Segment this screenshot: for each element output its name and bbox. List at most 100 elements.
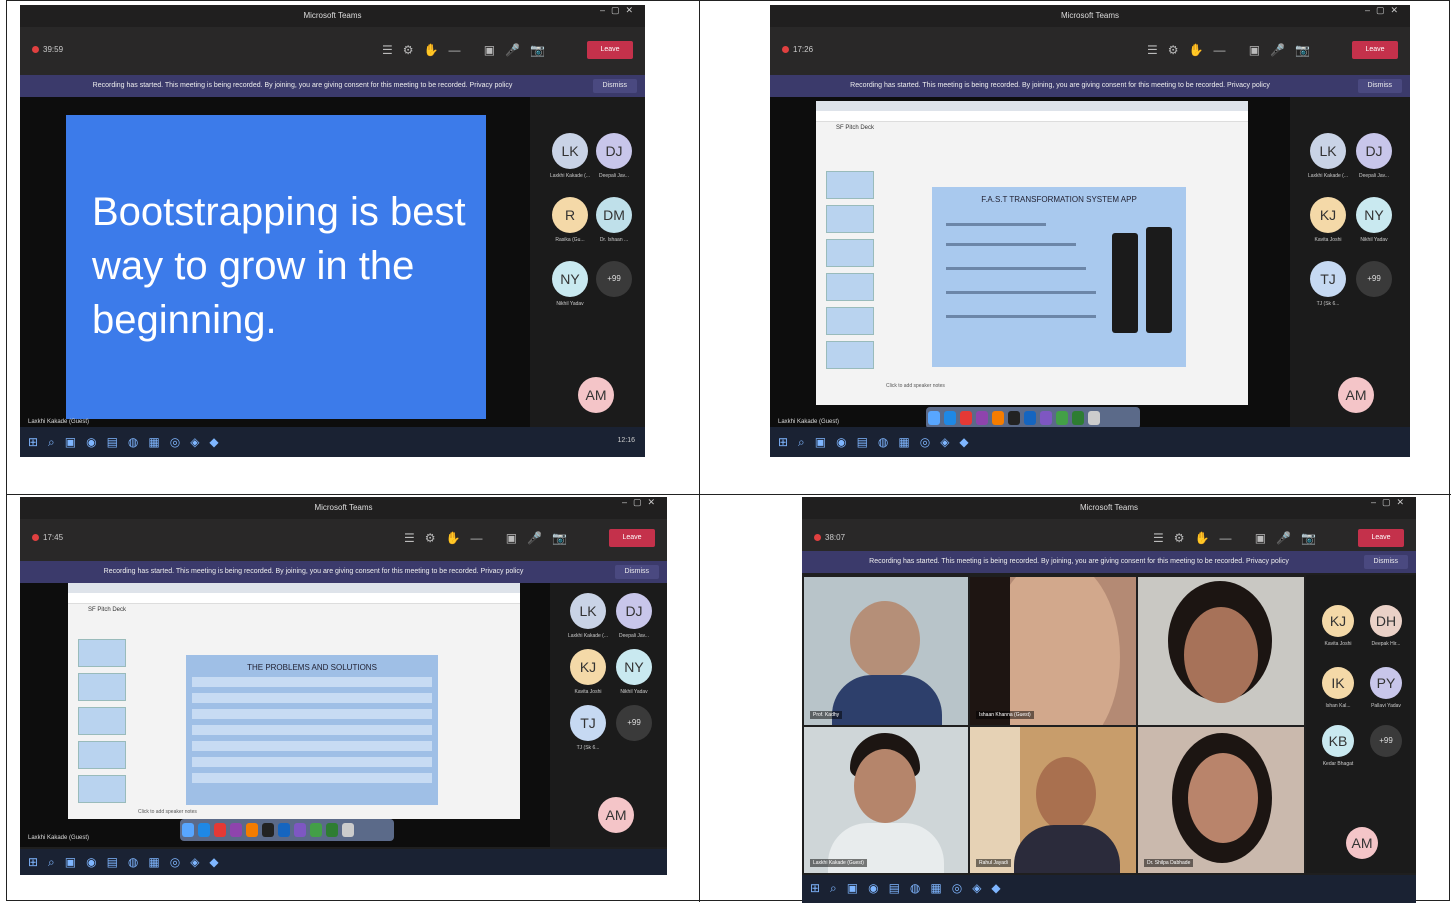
window-controls[interactable]: –▢✕	[1371, 497, 1410, 508]
avatar[interactable]: LK	[570, 593, 606, 629]
avatar[interactable]: IK	[1322, 667, 1354, 699]
more-participants[interactable]: +99	[616, 705, 652, 741]
slide-thumbnail[interactable]	[78, 775, 126, 803]
record-dot-icon	[814, 534, 821, 542]
avatar[interactable]: DJ	[596, 133, 632, 169]
leave-button[interactable]: Leave	[609, 529, 655, 547]
window-title: Microsoft Teams	[20, 5, 645, 27]
more-participants[interactable]: +99	[1370, 725, 1402, 757]
doc-title: SF Pitch Deck	[88, 607, 127, 613]
dismiss-button[interactable]: Dismiss	[1357, 79, 1402, 93]
dismiss-button[interactable]: Dismiss	[592, 79, 637, 93]
toolbar-icons[interactable]: ☰⚙✋— ▣🎤📷	[1153, 531, 1326, 545]
slide-text-line	[946, 267, 1086, 270]
teams-screenshot-1: Microsoft Teams –▢✕ 39:59 ☰⚙✋— ▣🎤📷 Leave…	[20, 5, 645, 457]
video-tile[interactable]: Ishaan Khanna (Guest)	[970, 577, 1136, 725]
avatar-label: Nikhil Yadav	[1360, 237, 1388, 243]
taskbar-icons[interactable]: ⊞⌕▣◉▤◍▦◎◈◆	[810, 881, 1011, 896]
avatar[interactable]: TJ	[570, 705, 606, 741]
avatar[interactable]: DM	[596, 197, 632, 233]
slide-thumbnails[interactable]	[826, 171, 874, 375]
self-avatar[interactable]: AM	[1338, 377, 1374, 413]
speaker-notes[interactable]: Click to add speaker notes	[886, 383, 945, 389]
meeting-timer: 39:59	[32, 45, 63, 54]
avatar[interactable]: NY	[1356, 197, 1392, 233]
app-dock[interactable]	[180, 819, 394, 841]
address-bar[interactable]	[816, 111, 1248, 122]
slide-thumbnail[interactable]	[826, 239, 874, 267]
avatar[interactable]: KB	[1322, 725, 1354, 757]
slide-thumbnail[interactable]	[78, 639, 126, 667]
app-dock[interactable]	[926, 407, 1140, 429]
taskbar-icons[interactable]: ⊞⌕▣◉▤◍▦◎◈◆	[778, 435, 979, 450]
slide-thumbnail[interactable]	[826, 307, 874, 335]
browser-tabs[interactable]	[816, 101, 1248, 111]
self-avatar[interactable]: AM	[598, 797, 634, 833]
meeting-toolbar: 39:59 ☰⚙✋— ▣🎤📷 Leave	[20, 27, 645, 75]
taskbar-icons[interactable]: ⊞⌕▣◉▤◍▦◎◈◆	[28, 435, 229, 450]
dismiss-button[interactable]: Dismiss	[1363, 555, 1408, 569]
avatar[interactable]: KJ	[570, 649, 606, 685]
avatar[interactable]: DH	[1370, 605, 1402, 637]
recording-banner: Recording has started. This meeting is b…	[20, 561, 667, 583]
speaker-notes[interactable]: Click to add speaker notes	[138, 809, 197, 815]
participant-name: Rahul Jayadi	[976, 859, 1011, 867]
slide-thumbnail[interactable]	[826, 171, 874, 199]
dismiss-button[interactable]: Dismiss	[614, 565, 659, 579]
meeting-timer: 17:26	[782, 45, 813, 54]
presenter-name: Laxkhi Kakade (Guest)	[28, 419, 90, 425]
avatar[interactable]: R	[552, 197, 588, 233]
slide-thumbnails[interactable]	[78, 639, 126, 809]
toolbar-icons[interactable]: ☰⚙✋— ▣🎤📷	[1147, 43, 1320, 57]
video-tile[interactable]	[1138, 577, 1304, 725]
window-title: Microsoft Teams	[770, 5, 1410, 27]
avatar[interactable]: PY	[1370, 667, 1402, 699]
video-tile[interactable]: Rahul Jayadi	[970, 727, 1136, 873]
slide-text: Bootstrapping is best way to grow in the…	[92, 190, 466, 342]
avatar[interactable]: KJ	[1322, 605, 1354, 637]
address-bar[interactable]	[68, 593, 520, 604]
slide-thumbnail[interactable]	[78, 673, 126, 701]
presenter-name: Laxkhi Kakade (Guest)	[28, 835, 90, 841]
slide-text-line	[946, 243, 1076, 246]
leave-button[interactable]: Leave	[587, 41, 633, 59]
leave-button[interactable]: Leave	[1358, 529, 1404, 547]
avatar[interactable]: LK	[552, 133, 588, 169]
avatar[interactable]: DJ	[616, 593, 652, 629]
avatar[interactable]: NY	[552, 261, 588, 297]
recording-banner: Recording has started. This meeting is b…	[770, 75, 1410, 97]
avatar-label: TJ (Sk 6...	[576, 745, 600, 751]
meeting-timer: 38:07	[814, 533, 845, 542]
slide-thumbnail[interactable]	[826, 341, 874, 369]
slide-thumbnail[interactable]	[826, 273, 874, 301]
window-controls[interactable]: –▢✕	[600, 5, 639, 16]
self-avatar[interactable]: AM	[578, 377, 614, 413]
recording-banner: Recording has started. This meeting is b…	[802, 551, 1416, 573]
video-tile[interactable]: Dr. Shilpa Dabhade	[1138, 727, 1304, 873]
participant-name: Ishaan Khanna (Guest)	[976, 711, 1034, 719]
slide-thumbnail[interactable]	[78, 741, 126, 769]
slide-thumbnail[interactable]	[826, 205, 874, 233]
avatar[interactable]: NY	[616, 649, 652, 685]
taskbar-icons[interactable]: ⊞⌕▣◉▤◍▦◎◈◆	[28, 855, 229, 870]
window-controls[interactable]: –▢✕	[622, 497, 661, 508]
window-controls[interactable]: –▢✕	[1365, 5, 1404, 16]
avatar[interactable]: TJ	[1310, 261, 1346, 297]
video-tile[interactable]: Prof. Kadhy	[804, 577, 968, 725]
avatar-label: Deepali Jav...	[619, 633, 649, 639]
leave-button[interactable]: Leave	[1352, 41, 1398, 59]
toolbar-icons[interactable]: ☰⚙✋— ▣🎤📷	[382, 43, 555, 57]
self-avatar[interactable]: AM	[1346, 827, 1378, 859]
slide-thumbnail[interactable]	[78, 707, 126, 735]
person-face	[1036, 757, 1096, 831]
avatar-label: Deepali Jav...	[1359, 173, 1389, 179]
avatar[interactable]: DJ	[1356, 133, 1392, 169]
person-body	[1014, 825, 1120, 873]
more-participants[interactable]: +99	[1356, 261, 1392, 297]
video-tile[interactable]: Laxkhi Kakade (Guest)	[804, 727, 968, 873]
avatar[interactable]: LK	[1310, 133, 1346, 169]
more-participants[interactable]: +99	[596, 261, 632, 297]
browser-tabs[interactable]	[68, 583, 520, 593]
avatar[interactable]: KJ	[1310, 197, 1346, 233]
toolbar-icons[interactable]: ☰⚙✋— ▣🎤📷	[404, 531, 577, 545]
